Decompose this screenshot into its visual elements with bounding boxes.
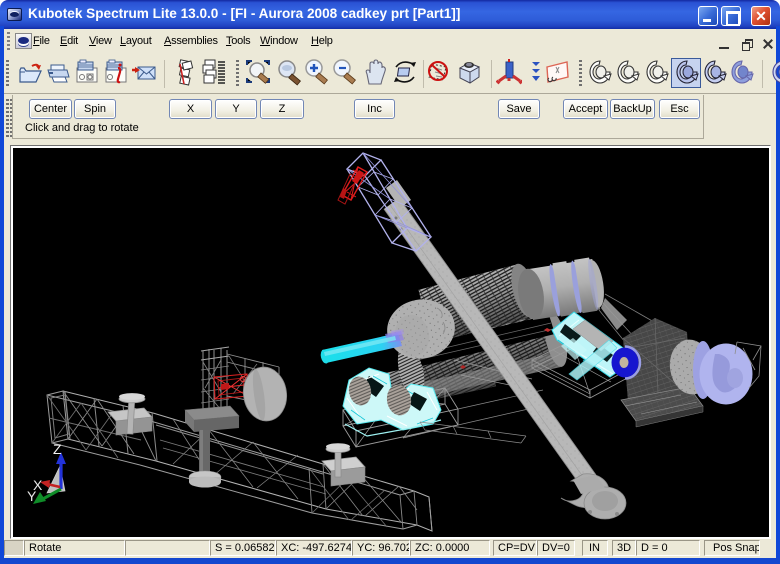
svg-text:Z: Z: [53, 441, 62, 457]
svg-text:Y: Y: [27, 488, 37, 504]
